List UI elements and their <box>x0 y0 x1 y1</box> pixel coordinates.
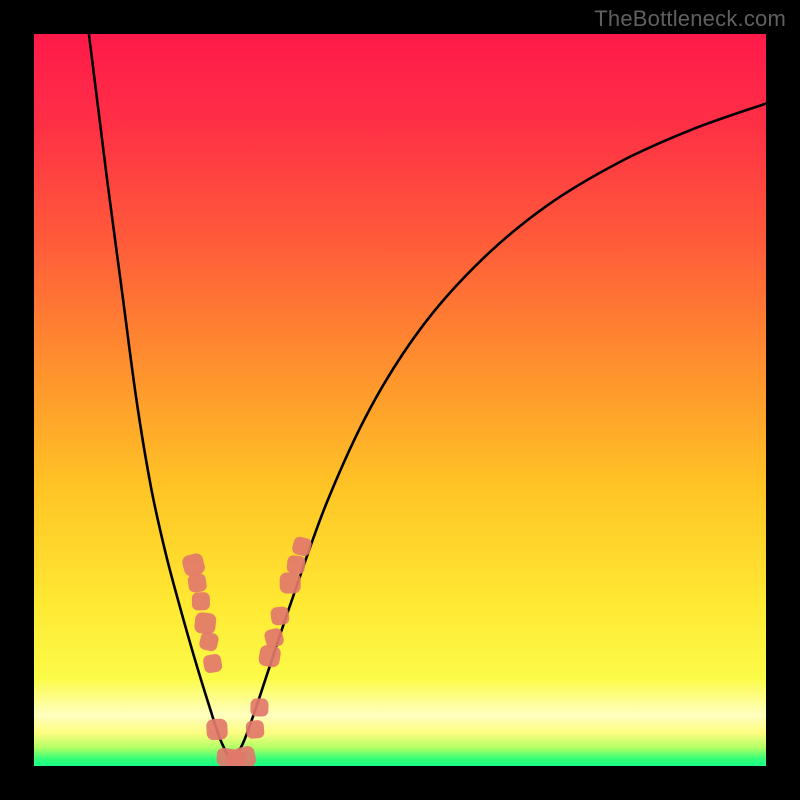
marker-dot <box>232 745 257 766</box>
marker-group <box>181 535 313 766</box>
marker-dot <box>192 592 210 610</box>
marker-dot <box>194 612 217 635</box>
marker-dot <box>280 573 301 594</box>
marker-dot <box>181 552 207 578</box>
curve-right-branch <box>232 104 766 763</box>
marker-dot <box>270 606 290 626</box>
chart-svg <box>34 34 766 766</box>
marker-dot <box>187 573 207 593</box>
watermark-text: TheBottleneck.com <box>594 6 786 32</box>
marker-dot <box>198 631 220 653</box>
marker-dot <box>202 653 223 674</box>
marker-dot <box>291 535 313 557</box>
plot-area <box>34 34 766 766</box>
curve-left-branch <box>89 34 232 762</box>
marker-dot <box>258 644 282 668</box>
marker-dot <box>250 698 269 717</box>
marker-dot <box>245 720 265 740</box>
marker-dot <box>206 718 228 740</box>
marker-dot <box>286 555 306 575</box>
